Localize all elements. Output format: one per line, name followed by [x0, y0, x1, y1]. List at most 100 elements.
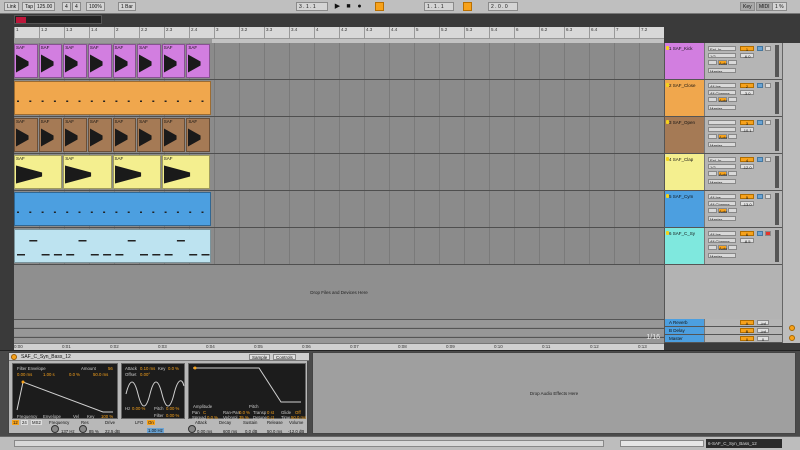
- audio-clip[interactable]: SAF: [38, 118, 63, 152]
- audio-clip[interactable]: SAF: [87, 118, 112, 152]
- master-strip[interactable]: Master 0 0: [665, 335, 783, 343]
- spread-value[interactable]: 0.0 %: [207, 415, 218, 420]
- track-header[interactable]: 3 SAF_Open: [665, 117, 705, 153]
- volume-field[interactable]: -6.0: [740, 53, 754, 59]
- input-type-menu[interactable]: [708, 120, 736, 125]
- lfo-rate-field[interactable]: 1.00 Hz: [147, 428, 164, 433]
- audio-clip[interactable]: SAF: [63, 44, 87, 78]
- audio-clip[interactable]: SAF: [63, 118, 87, 152]
- track-header[interactable]: 4 SAF_Clap: [665, 154, 705, 190]
- track-number[interactable]: 4: [740, 157, 754, 163]
- output-menu[interactable]: Master: [708, 179, 736, 184]
- monitor-in-button[interactable]: [708, 171, 717, 176]
- track-number[interactable]: 3: [740, 120, 754, 126]
- monitor-off-button[interactable]: [728, 60, 737, 65]
- track-header[interactable]: Master: [665, 335, 705, 342]
- monitor-in-button[interactable]: [708, 60, 717, 65]
- track-header[interactable]: B Delay: [665, 327, 705, 334]
- track-name[interactable]: Master: [669, 336, 683, 341]
- tempo-field[interactable]: 125.00: [34, 2, 56, 11]
- track-name[interactable]: A Reverb: [669, 320, 688, 325]
- link-button[interactable]: Link: [4, 2, 20, 11]
- audio-clip[interactable]: SAF: [14, 155, 63, 189]
- audio-clip[interactable]: SAF: [63, 155, 112, 189]
- key-value[interactable]: 100 %: [101, 414, 113, 419]
- solo-button[interactable]: [757, 46, 763, 51]
- audio-clip[interactable]: SAF: [137, 118, 161, 152]
- volume-field[interactable]: 0: [757, 336, 769, 342]
- scroll-overview[interactable]: [620, 440, 704, 447]
- audio-clip[interactable]: SAF: [186, 118, 210, 152]
- signature-numerator[interactable]: 4: [62, 2, 71, 11]
- tab-controls[interactable]: Controls: [273, 354, 296, 360]
- monitor-in-button[interactable]: [708, 134, 717, 139]
- return-strip[interactable]: A Reverb A -inf: [665, 319, 783, 327]
- mixer-strip[interactable]: 1 SAF_Kick Ext. In 1/2 Auto Master 1 -6.0: [665, 43, 783, 80]
- lfo-filter-value[interactable]: 0.00 %: [166, 413, 179, 418]
- return-lane-a[interactable]: [14, 319, 664, 327]
- monitor-in-button[interactable]: [708, 97, 717, 102]
- return-lane-b[interactable]: [14, 328, 664, 336]
- midi-clip[interactable]: [14, 192, 211, 226]
- input-type-menu[interactable]: Ext. In: [708, 46, 736, 51]
- track-lane[interactable]: [14, 191, 664, 228]
- monitor-off-button[interactable]: [728, 171, 737, 176]
- track-number[interactable]: A: [740, 320, 754, 326]
- output-menu[interactable]: Master: [708, 253, 736, 258]
- track-name[interactable]: B Delay: [669, 328, 685, 333]
- input-channel-menu[interactable]: 1/2: [708, 164, 736, 169]
- beat-time-ruler[interactable]: 1 1.2 1.3 1.4 2 2.2 2.3 2.4 3 3.2 3.3 3.4 4 4.2 4.3 4.4…: [14, 27, 664, 39]
- midi-clip[interactable]: [14, 81, 211, 115]
- track-header[interactable]: 5 SAF_Cym: [665, 191, 705, 227]
- midi-clip[interactable]: [14, 229, 211, 263]
- output-menu[interactable]: Master: [708, 105, 736, 110]
- output-menu[interactable]: Master: [708, 68, 736, 73]
- input-type-menu[interactable]: Ext. In: [708, 157, 736, 162]
- attack-value[interactable]: 0.10 ms: [140, 366, 155, 371]
- amplitude-envelope-panel[interactable]: Amplitude Pitch Pan C Ran-Pan 0.0 % Tran…: [188, 363, 306, 420]
- audio-clip[interactable]: SAF: [87, 44, 112, 78]
- filter-type-12[interactable]: 12: [12, 420, 19, 425]
- track-name[interactable]: 2 SAF_Close: [669, 83, 696, 88]
- mixer-strip[interactable]: 4 SAF_Clap Ext. In 1/2 Auto Master 4 -12.0: [665, 154, 783, 191]
- arrangement-view[interactable]: SAF SAF SAF SAF SAF SAF SAF SAF SAF SAF SAF SAF SAF S…: [14, 43, 664, 343]
- volume-field[interactable]: -inf: [757, 328, 769, 334]
- monitor-auto-button[interactable]: Auto: [718, 60, 727, 66]
- resonance-knob[interactable]: [79, 425, 87, 433]
- input-channel-menu[interactable]: [708, 127, 736, 132]
- audio-clip[interactable]: SAF: [186, 44, 210, 78]
- arm-button[interactable]: [765, 157, 771, 162]
- audio-clip[interactable]: SAF: [112, 44, 137, 78]
- monitor-auto-button[interactable]: Auto: [718, 97, 727, 103]
- monitor-auto-button[interactable]: Auto: [718, 245, 727, 251]
- track-header[interactable]: A Reverb: [665, 319, 705, 326]
- track-number[interactable]: B: [740, 328, 754, 334]
- attack-knob[interactable]: [188, 425, 196, 433]
- audio-clip[interactable]: SAF: [137, 44, 161, 78]
- input-type-menu[interactable]: All Ins: [708, 231, 736, 236]
- mixer-strip[interactable]: 5 SAF_Cym All Ins All Channe Auto Master 5 -13…: [665, 191, 783, 228]
- volume-field[interactable]: -10.1: [740, 127, 754, 133]
- monitor-in-button[interactable]: [708, 208, 717, 213]
- env-value-4[interactable]: 50.0 ms: [93, 372, 108, 377]
- mixer-scrollbar[interactable]: [782, 43, 800, 343]
- monitor-auto-button[interactable]: Auto: [718, 171, 727, 177]
- solo-button[interactable]: [757, 194, 763, 199]
- filter-envelope-panel[interactable]: Filter Envelope Amount 56 0.00 ms 1.00 s…: [12, 363, 118, 419]
- track-header[interactable]: 6 SAF_C_Sy: [665, 228, 705, 264]
- loop-start-field[interactable]: 1 . 1 . 1: [424, 2, 454, 11]
- arm-button[interactable]: [765, 46, 771, 51]
- volume-field[interactable]: -3.0: [740, 90, 754, 96]
- env-value-1[interactable]: 0.00 ms: [17, 372, 32, 377]
- track-name[interactable]: 6 SAF_C_Sy: [669, 231, 695, 236]
- audio-clip[interactable]: SAF: [161, 155, 210, 189]
- audio-clip[interactable]: SAF: [161, 118, 186, 152]
- mixer-strip[interactable]: 3 SAF_Open Auto Master 3 -10.1: [665, 117, 783, 154]
- monitor-off-button[interactable]: [728, 97, 737, 102]
- selected-track-name[interactable]: 6-SAF_C_Syn_Bass_12: [706, 439, 782, 448]
- lfo-key-value[interactable]: 0.0 %: [168, 366, 179, 371]
- monitor-off-button[interactable]: [728, 208, 737, 213]
- record-icon[interactable]: ●: [355, 2, 364, 11]
- device-titlebar[interactable]: SAF_C_Syn_Bass_12 Sample Controls: [9, 353, 309, 361]
- track-lane[interactable]: [14, 80, 664, 117]
